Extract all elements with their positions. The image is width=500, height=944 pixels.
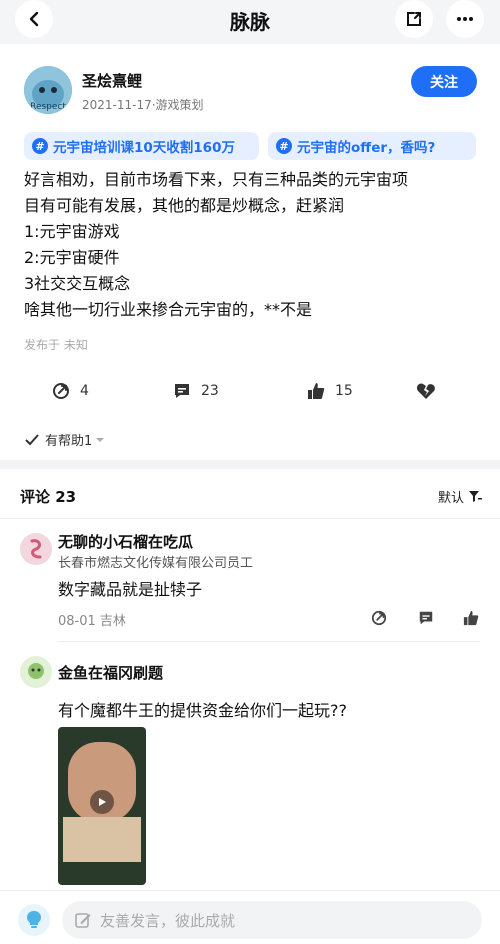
post-text-line: 啥其他一切行业来掺合元宇宙的，**不是 [24, 300, 313, 319]
comment-video-thumbnail[interactable] [58, 727, 146, 885]
post-text-line: 目有可能有发展，其他的都是炒概念，赶紧润 [24, 196, 345, 215]
author-avatar[interactable]: Respect [24, 66, 72, 114]
repost-icon[interactable] [371, 610, 387, 626]
like-count: 15 [335, 383, 353, 399]
commenter-company: 长春市燃志文化传媒有限公司员工 [58, 556, 254, 571]
divider [0, 518, 500, 519]
post-text-line: 3社交交互概念 [24, 274, 131, 293]
helpful-icon [25, 433, 39, 445]
comment-count: 23 [201, 383, 219, 399]
helpful-button[interactable]: 有帮助1 [24, 430, 105, 449]
sort-label: 默认 [438, 491, 465, 506]
commenter-name[interactable]: 无聊的小石榴在吃瓜 [58, 531, 193, 552]
post-text-line: 好言相劝，目前市场看下来，只有三种品类的元宇宙项 [24, 170, 409, 189]
share-button[interactable] [395, 0, 433, 38]
comment-meta: 08-01 吉林 [58, 614, 126, 629]
publish-location: 发布于 未知 [24, 338, 88, 352]
avatar-text: Respect [30, 102, 66, 112]
share-icon [407, 12, 421, 26]
helpful-label: 有帮助1 [45, 434, 93, 449]
filter-icon [469, 491, 483, 502]
like-action[interactable]: 15 [307, 380, 353, 402]
hash-icon: # [32, 138, 48, 154]
divider [58, 641, 480, 642]
comment-text: 有个魔都牛王的提供资金给你们一起玩?? [58, 701, 347, 720]
share-count: 4 [80, 383, 89, 399]
hash-icon: # [276, 138, 292, 154]
post-text-line: 1:元宇宙游戏 [24, 222, 120, 241]
edit-icon [75, 913, 91, 928]
commenter-avatar[interactable] [20, 533, 52, 565]
comments-title: 评论 23 [20, 488, 77, 506]
follow-button[interactable]: 关注 [411, 66, 477, 97]
dislike-action[interactable] [416, 380, 446, 402]
topic-tag[interactable]: # 元宇宙的offer，香吗? [268, 132, 476, 160]
sort-button[interactable]: 默认 [438, 487, 483, 506]
section-divider [0, 460, 500, 469]
commenter-avatar[interactable] [20, 656, 52, 688]
thumbs-up-icon [308, 383, 325, 399]
comment-input-placeholder: 友善发言，彼此成就 [100, 911, 236, 930]
thumbs-up-icon[interactable] [463, 610, 479, 626]
more-button[interactable] [446, 0, 484, 38]
more-icon [457, 17, 473, 21]
avatar-image [28, 663, 44, 679]
topic-tag-label: 元宇宙培训课10天收割160万 [53, 140, 235, 156]
comment-action[interactable]: 23 [173, 380, 219, 402]
comment-text: 数字藏品就是扯犊子 [58, 580, 203, 599]
play-icon[interactable] [90, 790, 114, 814]
comment-icon[interactable] [418, 610, 434, 626]
video-frame [63, 817, 141, 862]
commenter-name[interactable]: 金鱼在福冈刷题 [58, 662, 163, 683]
post-meta: 2021-11-17·游戏策划 [82, 98, 204, 112]
author-name[interactable]: 圣烩熹鲤 [82, 70, 142, 91]
topic-tag[interactable]: # 元宇宙培训课10天收割160万 [24, 132, 259, 160]
lightbulb-button[interactable] [18, 904, 50, 936]
avatar-image [30, 539, 42, 559]
broken-heart-icon [416, 383, 435, 399]
post-text-line: 2:元宇宙硬件 [24, 248, 120, 267]
comment-input[interactable]: 友善发言，彼此成就 [62, 901, 482, 939]
repost-icon [53, 383, 69, 399]
chevron-down-icon [96, 437, 105, 442]
lightbulb-icon [27, 911, 41, 928]
topic-tag-label: 元宇宙的offer，香吗? [297, 140, 436, 156]
share-action[interactable]: 4 [52, 380, 89, 402]
comment-icon [175, 384, 189, 398]
